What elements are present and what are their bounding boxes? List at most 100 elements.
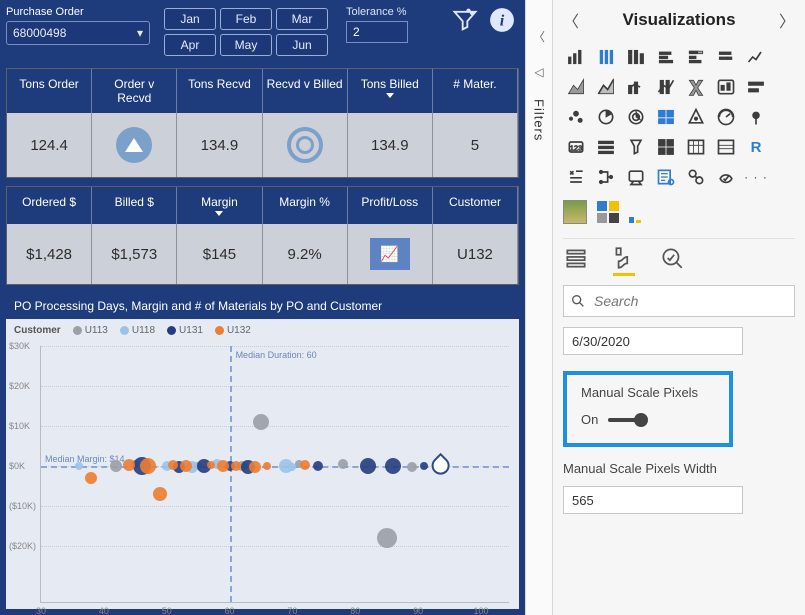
fields-tab-icon[interactable] — [563, 245, 589, 271]
viz-type-icon[interactable] — [653, 74, 679, 100]
viz-type-icon[interactable] — [653, 104, 679, 130]
col-header[interactable]: Tons Billed — [348, 69, 433, 113]
col-header[interactable]: Margin % — [263, 187, 348, 224]
col-header[interactable]: Customer — [433, 187, 518, 224]
legend-item[interactable]: U118 — [120, 325, 155, 336]
format-search[interactable] — [563, 285, 795, 317]
viz-type-icon[interactable] — [683, 164, 709, 190]
viz-type-icon[interactable] — [713, 134, 739, 160]
viz-type-icon[interactable] — [623, 44, 649, 70]
bubble[interactable] — [253, 414, 269, 430]
month-mar[interactable]: Mar — [276, 8, 328, 30]
month-apr[interactable]: Apr — [164, 34, 216, 56]
bubble[interactable] — [110, 460, 122, 472]
chart-plot-area[interactable]: $30K$20K$10K$0K($10K)($20K)3040506070809… — [40, 346, 509, 603]
viz-type-icon[interactable] — [683, 104, 709, 130]
chevron-left-icon[interactable]: 〈 — [563, 8, 579, 32]
analytics-tab-icon[interactable] — [659, 245, 685, 271]
viz-type-icon[interactable] — [713, 44, 739, 70]
col-header[interactable]: Tons Recvd — [177, 69, 262, 113]
custom-viz-1[interactable] — [563, 200, 587, 224]
bubble[interactable] — [420, 462, 428, 470]
month-jun[interactable]: Jun — [276, 34, 328, 56]
bubble[interactable] — [407, 462, 417, 472]
col-header[interactable]: Order v Recvd — [92, 69, 177, 113]
bubble[interactable] — [300, 460, 310, 470]
date-input[interactable] — [563, 327, 743, 355]
legend-item[interactable]: U132 — [215, 325, 251, 336]
viz-type-icon[interactable] — [623, 104, 649, 130]
custom-viz-2[interactable] — [597, 201, 619, 223]
width-input[interactable] — [563, 486, 743, 514]
bubble[interactable] — [263, 462, 271, 470]
col-header[interactable]: Billed $ — [92, 187, 177, 224]
bubble[interactable] — [249, 461, 261, 473]
manual-scale-toggle[interactable] — [608, 418, 646, 422]
viz-type-icon[interactable]: · · · — [743, 164, 769, 190]
chevron-right-icon[interactable]: 〉 — [779, 8, 795, 32]
viz-type-icon[interactable] — [713, 104, 739, 130]
viz-type-icon[interactable] — [713, 164, 739, 190]
month-jan[interactable]: Jan — [164, 8, 216, 30]
viz-type-icon[interactable] — [623, 74, 649, 100]
bubble[interactable] — [153, 487, 167, 501]
viz-type-icon[interactable] — [653, 164, 679, 190]
bubble[interactable] — [140, 458, 156, 474]
search-input[interactable] — [592, 292, 794, 310]
bubble[interactable] — [75, 462, 83, 470]
viz-type-icon[interactable] — [743, 74, 769, 100]
bubble[interactable] — [385, 458, 401, 474]
viz-type-icon[interactable] — [653, 44, 679, 70]
viz-type-icon[interactable] — [683, 74, 709, 100]
month-feb[interactable]: Feb — [220, 8, 272, 30]
month-may[interactable]: May — [220, 34, 272, 56]
col-header[interactable]: Ordered $ — [7, 187, 92, 224]
viz-type-icon[interactable] — [593, 104, 619, 130]
bubble[interactable] — [217, 460, 229, 472]
viz-type-icon[interactable] — [593, 164, 619, 190]
col-header[interactable]: # Mater. — [433, 69, 518, 113]
viz-type-icon[interactable]: 123 — [563, 134, 589, 160]
col-header[interactable]: Recvd v Billed — [263, 69, 348, 113]
bubble[interactable] — [338, 459, 348, 469]
viz-type-icon[interactable] — [683, 134, 709, 160]
viz-type-icon[interactable] — [743, 44, 769, 70]
viz-type-icon[interactable] — [623, 134, 649, 160]
bubble[interactable] — [313, 461, 323, 471]
bubble[interactable] — [168, 460, 178, 470]
viz-type-icon[interactable] — [593, 74, 619, 100]
viz-type-icon[interactable] — [713, 74, 739, 100]
po-dropdown[interactable]: 68000498 ▾ — [6, 21, 150, 45]
bubble[interactable] — [360, 458, 376, 474]
viz-type-icon[interactable] — [653, 134, 679, 160]
bubble[interactable] — [231, 461, 241, 471]
bubble[interactable] — [377, 528, 397, 548]
viz-type-icon[interactable] — [563, 44, 589, 70]
tolerance-input[interactable] — [346, 21, 408, 43]
clear-filters-icon[interactable] — [451, 6, 479, 37]
bubble[interactable] — [207, 461, 215, 469]
info-icon[interactable]: i — [489, 7, 515, 36]
bubble[interactable] — [85, 472, 97, 484]
viz-type-icon[interactable]: R — [743, 134, 769, 160]
col-header[interactable]: Tons Order — [7, 69, 92, 113]
format-tab-icon[interactable] — [611, 245, 637, 271]
viz-type-icon[interactable] — [593, 134, 619, 160]
viz-type-icon[interactable] — [743, 104, 769, 130]
filters-rail[interactable]: 〈 ◁ Filters — [525, 0, 553, 615]
expand-pane-icon[interactable]: ◁ — [534, 65, 543, 79]
viz-type-icon[interactable] — [563, 104, 589, 130]
viz-type-icon[interactable] — [563, 164, 589, 190]
bubble[interactable] — [180, 460, 192, 472]
chevron-left-icon[interactable]: 〈 — [533, 28, 545, 45]
viz-type-icon[interactable] — [683, 44, 709, 70]
col-header[interactable]: Margin — [177, 187, 262, 224]
bubble[interactable] — [123, 459, 135, 471]
col-header[interactable]: Profit/Loss — [348, 187, 433, 224]
custom-viz-3[interactable] — [629, 201, 651, 223]
viz-type-icon[interactable] — [593, 44, 619, 70]
bubble[interactable] — [288, 463, 296, 471]
viz-type-icon[interactable] — [563, 74, 589, 100]
viz-type-icon[interactable] — [623, 164, 649, 190]
scatter-chart[interactable]: PO Processing Days, Margin and # of Mate… — [6, 293, 519, 609]
